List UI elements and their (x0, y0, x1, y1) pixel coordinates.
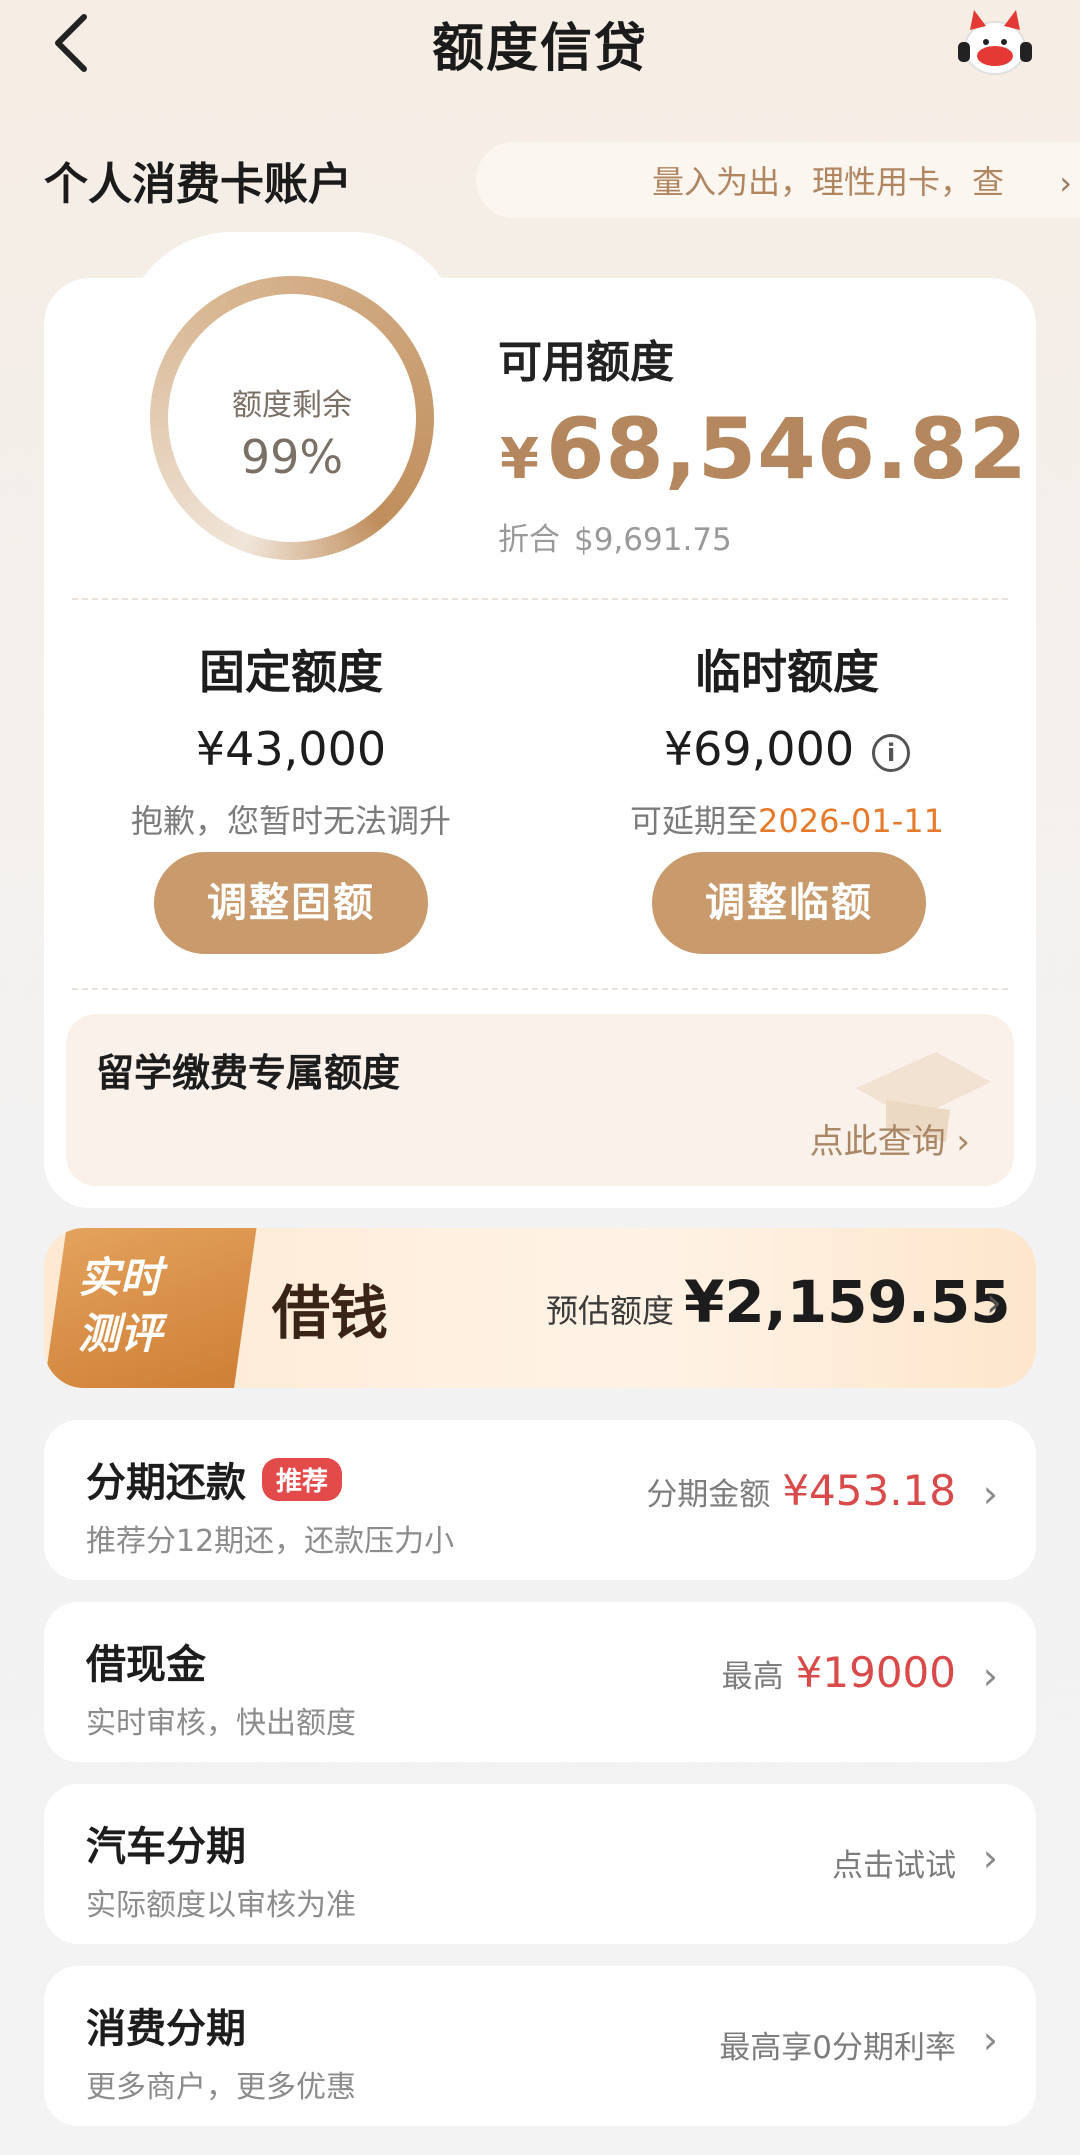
list-item-car-installment[interactable]: 汽车分期 实际额度以审核为准 点击试试 › (44, 1784, 1036, 1944)
available-label: 可用额度 (498, 337, 674, 388)
available-value: 68,546.82 (545, 400, 1028, 498)
temp-quota-note: 可延期至2026-01-11 (630, 802, 944, 840)
estimate-amount: ¥2,159.55 (684, 1268, 1011, 1336)
temp-quota-amount-row: ¥69,000 i (572, 722, 1002, 776)
divider (72, 988, 1008, 990)
extend-date: 2026-01-11 (758, 802, 944, 840)
notice-text: 量入为出，理性用卡，查 (652, 163, 1005, 201)
row-title: 消费分期 (86, 2006, 246, 2052)
list-item-cash-loan[interactable]: 借现金 实时审核，快出额度 最高 ¥19000 › (44, 1602, 1036, 1762)
row-title: 借现金 (86, 1642, 206, 1688)
chevron-right-icon: › (982, 1836, 998, 1880)
account-title: 个人消费卡账户 (44, 159, 352, 210)
study-quota-title: 留学缴费专属额度 (96, 1051, 401, 1095)
chevron-right-icon: › (982, 1654, 998, 1698)
mascot-icon[interactable] (954, 4, 1036, 82)
row-subtitle: 实时审核，快出额度 (86, 1706, 356, 1741)
study-query-link[interactable]: 点此查询 › (810, 1114, 970, 1163)
ring-label: 额度剩余 (232, 388, 352, 423)
study-quota-card[interactable]: 留学缴费专属额度 点此查询 › (66, 1014, 1014, 1186)
fixed-quota-note: 抱歉，您暂时无法调升 (130, 802, 451, 840)
adjust-fixed-button[interactable]: 调整固额 (154, 852, 428, 954)
fixed-quota-title: 固定额度 (199, 645, 383, 699)
chevron-right-icon: › (982, 2018, 998, 2062)
row-value: ¥453.18 (782, 1466, 956, 1515)
divider (72, 598, 1008, 600)
info-icon[interactable]: i (872, 733, 911, 772)
ring-percent: 99% (240, 430, 344, 484)
temp-quota: 临时额度 ¥69,000 i 可延期至2026-01-11 (572, 636, 1002, 842)
row-subtitle: 实际额度以审核为准 (86, 1888, 356, 1923)
row-value: ¥19000 (795, 1648, 956, 1697)
fixed-quota-amount: ¥43,000 (195, 722, 387, 776)
remaining-ring: 额度剩余 99% (150, 276, 434, 560)
adjust-temp-button[interactable]: 调整临额 (652, 852, 926, 954)
row-title: 分期还款 (86, 1460, 246, 1506)
borrow-title: 借钱 (272, 1279, 389, 1347)
chevron-right-icon: › (982, 1472, 998, 1516)
realtime-tag-text: 实时 测评 (78, 1253, 163, 1358)
list-item-installment-repay[interactable]: 分期还款 推荐 推荐分12期还，还款压力小 分期金额 ¥453.18 › (44, 1420, 1036, 1580)
row-subtitle: 更多商户，更多优惠 (86, 2070, 356, 2105)
top-bar: 额度信贷 (0, 0, 1080, 110)
row-right: 最高 ¥19000 (721, 1648, 956, 1697)
row-right: 最高享0分期利率 (719, 2030, 956, 2066)
fixed-quota: 固定额度 ¥43,000 抱歉，您暂时无法调升 (76, 636, 506, 842)
usd-equivalent: 折合 $9,691.75 (498, 522, 732, 558)
currency-symbol: ¥ (500, 427, 540, 492)
borrow-banner[interactable]: 实时 测评 借钱 预估额度 ¥2,159.55 › (44, 1228, 1036, 1388)
page-title: 额度信贷 (431, 19, 648, 79)
list-item-consumer-installment[interactable]: 消费分期 更多商户，更多优惠 最高享0分期利率 › (44, 1966, 1036, 2126)
temp-quota-amount: ¥69,000 (663, 722, 855, 776)
recommend-badge: 推荐 (262, 1458, 343, 1501)
temp-quota-title: 临时额度 (695, 645, 879, 699)
notice-banner[interactable]: 量入为出，理性用卡，查 › (476, 142, 1080, 218)
row-right: 分期金额 ¥453.18 (646, 1466, 956, 1515)
estimate-label: 预估额度 (546, 1292, 675, 1330)
row-right: 点击试试 (832, 1848, 956, 1884)
row-title: 汽车分期 (86, 1824, 246, 1870)
row-subtitle: 推荐分12期还，还款压力小 (86, 1524, 455, 1559)
available-amount: ¥68,546.82 (500, 400, 1028, 498)
chevron-right-icon: › (986, 1280, 1002, 1326)
chevron-right-icon: › (1059, 164, 1072, 202)
